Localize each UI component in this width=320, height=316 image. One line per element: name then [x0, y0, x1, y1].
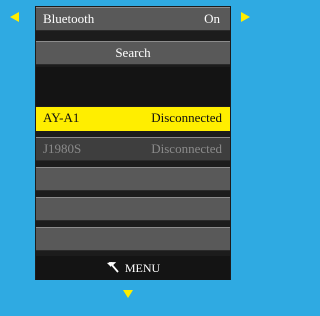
- device-status: Disconnected: [151, 110, 222, 125]
- device-status: Disconnected: [151, 141, 222, 156]
- back-arrow-icon: [106, 262, 119, 273]
- spacer: [36, 67, 230, 106]
- triangle-down-icon[interactable]: [123, 290, 133, 298]
- settings-panel: Bluetooth On Search AY-A1 Disconnected J…: [35, 6, 231, 280]
- bluetooth-label: Bluetooth: [43, 11, 95, 26]
- search-button[interactable]: Search: [36, 41, 230, 65]
- search-label: Search: [115, 45, 151, 60]
- device-row[interactable]: J1980S Disconnected: [36, 137, 230, 161]
- bluetooth-row[interactable]: Bluetooth On: [36, 7, 230, 31]
- menu-button[interactable]: MENU: [36, 256, 230, 280]
- triangle-right-icon[interactable]: [241, 12, 250, 22]
- device-name: J1980S: [43, 141, 82, 156]
- empty-row: [36, 227, 230, 251]
- menu-label: MENU: [124, 260, 161, 275]
- bluetooth-value: On: [204, 11, 220, 26]
- empty-row: [36, 197, 230, 221]
- device-name: AY-A1: [43, 110, 80, 125]
- device-row-selected[interactable]: AY-A1 Disconnected: [36, 107, 230, 131]
- empty-row: [36, 167, 230, 191]
- triangle-left-icon[interactable]: [10, 12, 19, 22]
